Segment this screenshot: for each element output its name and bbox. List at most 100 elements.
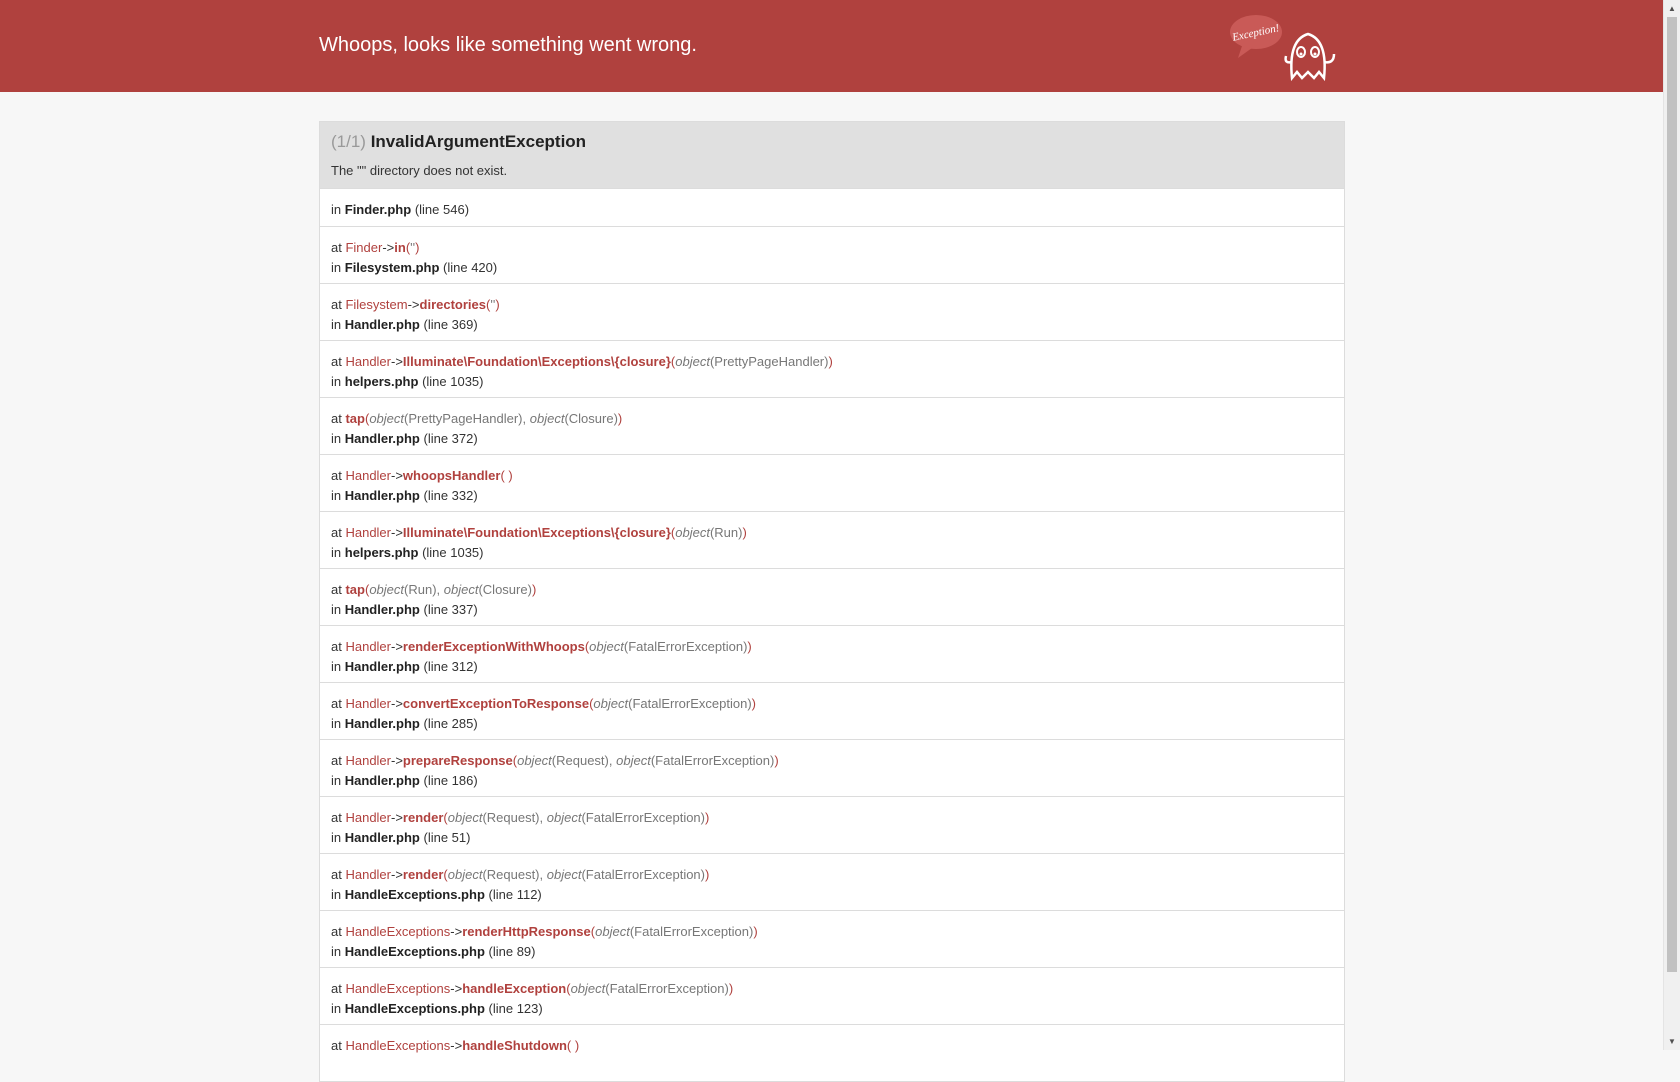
frame-arg: (FatalErrorException) [650, 753, 775, 768]
frame-function: render [402, 867, 444, 882]
stack-frame[interactable]: at Handler->render(object(Request), obje… [320, 854, 1344, 911]
frame-call: at Handler->convertExceptionToResponse(o… [331, 694, 1344, 715]
stack-frame[interactable]: at Handler->render(object(Request), obje… [320, 797, 1344, 854]
frame-class: Handler [345, 696, 391, 711]
frame-arg: (Closure) [478, 582, 532, 597]
frame-call: at tap(object(PrettyPageHandler), object… [331, 411, 623, 426]
frame-close-paren: ) [415, 240, 420, 255]
frame-function: handleException [462, 981, 567, 996]
frame-class: Finder [345, 240, 383, 255]
in-label: in [331, 716, 342, 731]
frame-arg: (FatalErrorException) [581, 867, 705, 882]
frame-arg-type: object [529, 411, 565, 426]
stack-frame[interactable]: at HandleExceptions->handleException(obj… [320, 968, 1344, 1025]
frame-file: Handler.php [344, 488, 420, 503]
at-label: at [331, 753, 342, 768]
at-label: at [331, 354, 342, 369]
frame-location: in Filesystem.php (line 420) [331, 259, 1344, 276]
frame-function: Illuminate\Foundation\Exceptions\{closur… [402, 354, 671, 369]
frame-class: Handler [345, 810, 391, 825]
frame-location: in Handler.php (line 372) [331, 430, 1344, 447]
frame-arg: (Run) [709, 525, 743, 540]
stack-frame[interactable]: at Handler->renderExceptionWithWhoops(ob… [320, 626, 1344, 683]
frame-arg-type: object [447, 810, 483, 825]
stack-frame[interactable]: at Finder->in('') in Filesystem.php (line… [320, 227, 1344, 284]
in-label: in [331, 659, 342, 674]
frame-class: Handler [345, 753, 391, 768]
stack-frame[interactable]: at tap(object(PrettyPageHandler), object… [320, 398, 1344, 455]
frame-line: (line 123) [488, 1001, 543, 1016]
frame-call: at Handler->render(object(Request), obje… [331, 867, 710, 882]
frame-line: (line 1035) [422, 374, 484, 389]
stack-frame[interactable]: at Handler->whoopsHandler( ) in Handler.p… [320, 455, 1344, 512]
stack-frame[interactable]: at Handler->Illuminate\Foundation\Except… [320, 512, 1344, 569]
frame-arrow: -> [391, 867, 403, 882]
frame-arg: (Request) [482, 867, 540, 882]
frame-file: Handler.php [344, 716, 420, 731]
frame-arg: (PrettyPageHandler) [404, 411, 523, 426]
exception-message: The "" directory does not exist. [331, 163, 508, 178]
frame-location: in Handler.php (line 337) [331, 601, 1344, 618]
frame-function: render [402, 810, 444, 825]
frame-arrow: -> [391, 525, 403, 540]
at-label: at [331, 981, 342, 996]
frame-arg: (FatalErrorException) [629, 924, 754, 939]
stack-frame[interactable]: at HandleExceptions->handleShutdown( ) [320, 1025, 1344, 1082]
frame-function: convertExceptionToResponse [402, 696, 590, 711]
frame-class: Handler [345, 525, 391, 540]
at-label: at [331, 468, 342, 483]
frame-call: at Handler->whoopsHandler( ) [331, 466, 1344, 487]
frame-arg-type: object [675, 525, 710, 540]
frame-file: HandleExceptions.php [344, 1001, 485, 1016]
frame-close-paren: ) [508, 468, 513, 483]
frame-call: at Handler->prepareResponse(object(Reque… [331, 753, 779, 768]
stack-frame[interactable]: at Filesystem->directories('') in Handler… [320, 284, 1344, 341]
frame-function: tap [345, 582, 365, 597]
frame-arg-type: object [447, 867, 483, 882]
frame-arg: (FatalErrorException) [628, 696, 752, 711]
frame-call: at HandleExceptions->renderHttpResponse (… [331, 922, 1344, 943]
frame-arg-type: object [517, 753, 552, 768]
stack-frame[interactable]: at Handler->prepareResponse(object(Reque… [320, 740, 1344, 797]
scrollbar[interactable]: ▲ ▼ [1663, 0, 1680, 1050]
frame-file: HandleExceptions.php [344, 887, 485, 902]
frame-function: Illuminate\Foundation\Exceptions\{closur… [402, 525, 671, 540]
frame-file: helpers.php [344, 374, 419, 389]
stack-frame[interactable]: in Finder.php (line 546) [320, 189, 1344, 227]
frame-call: at Handler->renderExceptionWithWhoops(ob… [331, 637, 1344, 658]
stack-frame[interactable]: at Handler->convertExceptionToResponse(o… [320, 683, 1344, 740]
frame-class: Handler [345, 468, 391, 483]
frame-arg-type: object [546, 810, 582, 825]
frame-location: in HandleExceptions.php (line 89) [331, 943, 1344, 960]
stack-frame[interactable]: at Handler->Illuminate\Foundation\Except… [320, 341, 1344, 398]
frame-call: at Handler->Illuminate\Foundation\Except… [331, 523, 1344, 544]
frame-class: HandleExceptions [345, 924, 451, 939]
scroll-thumb[interactable] [1667, 17, 1677, 972]
frame-location: in Handler.php (line 312) [331, 658, 1344, 675]
frame-close-paren: ) [617, 411, 623, 426]
frame-arg-type: object [546, 867, 582, 882]
scroll-down-arrow-icon[interactable]: ▼ [1664, 1033, 1680, 1050]
exception-count: (1/1) [331, 132, 366, 151]
in-label: in [331, 773, 342, 788]
frame-line: (line 332) [423, 488, 478, 503]
frame-call: at HandleExceptions->handleException(obj… [331, 979, 1344, 1000]
frame-arg-type: object [675, 354, 710, 369]
frame-close-paren: ) [774, 753, 779, 768]
stack-frame[interactable]: at tap(object(Run), object(Closure)) in H… [320, 569, 1344, 626]
frame-line: (line 369) [423, 317, 478, 332]
stack-frame[interactable]: at HandleExceptions->renderHttpResponse (… [320, 911, 1344, 968]
frame-arg-type: object [570, 981, 606, 996]
frame-line: (line 1035) [422, 545, 484, 560]
frame-line: (line 420) [443, 260, 498, 275]
in-label: in [331, 431, 342, 446]
frame-arrow: -> [450, 924, 463, 939]
frame-location: in HandleExceptions.php (line 123) [331, 1000, 1344, 1017]
frame-function: directories [419, 297, 486, 312]
frame-call: at HandleExceptions->handleShutdown( ) [331, 1036, 1344, 1057]
scroll-up-arrow-icon[interactable]: ▲ [1664, 0, 1680, 17]
at-label: at [331, 867, 342, 882]
frame-arrow: -> [391, 468, 403, 483]
frame-file: Finder.php [344, 202, 412, 217]
at-label: at [331, 1038, 342, 1053]
